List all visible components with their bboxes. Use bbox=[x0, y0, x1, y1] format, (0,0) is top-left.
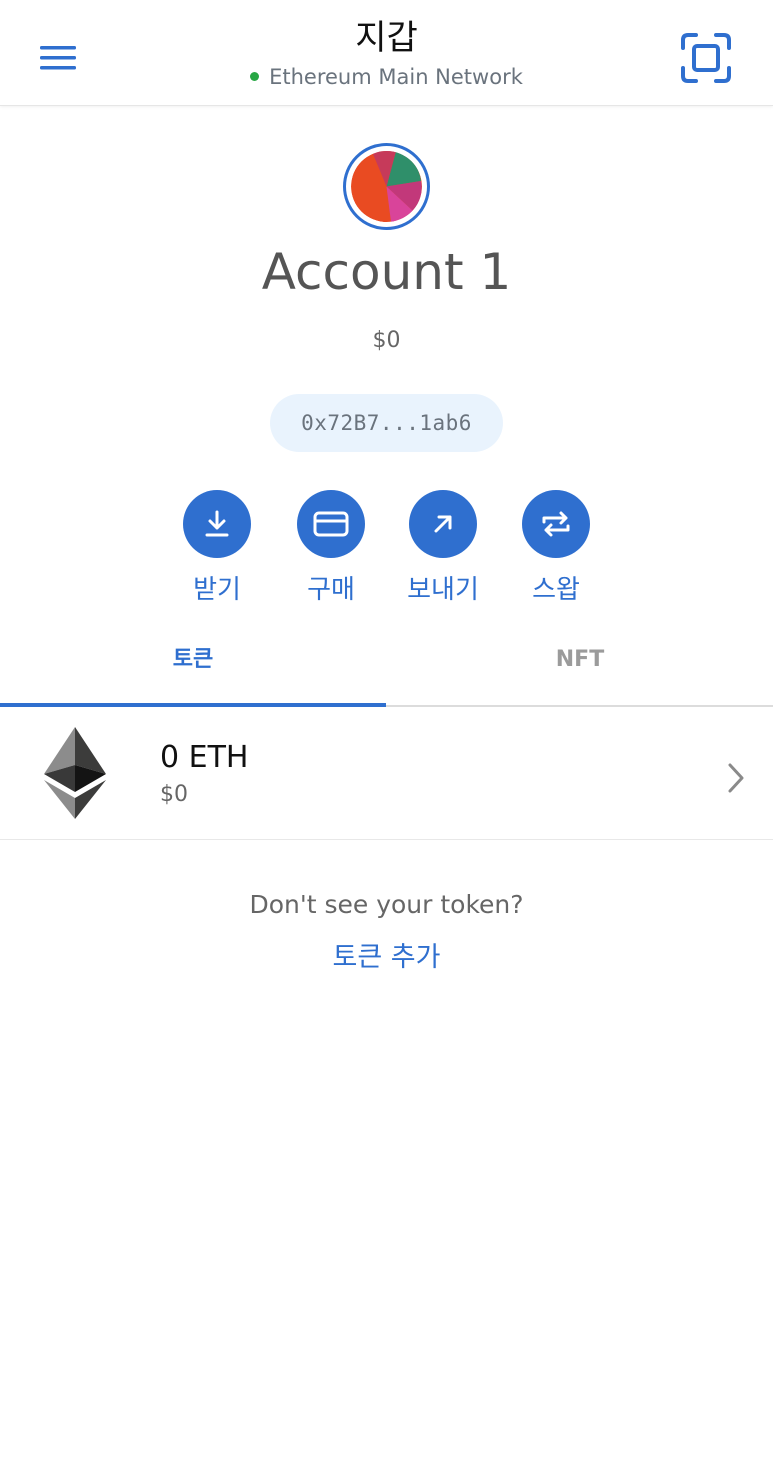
active-tab-indicator bbox=[0, 703, 386, 707]
scan-qr-button[interactable] bbox=[680, 32, 732, 84]
missing-token-prompt: Don't see your token? bbox=[249, 890, 524, 919]
account-avatar[interactable] bbox=[343, 143, 430, 230]
tab-tokens[interactable]: 토큰 bbox=[0, 630, 386, 707]
swap-button-circle[interactable] bbox=[522, 490, 590, 558]
account-balance: $0 bbox=[372, 328, 401, 353]
add-token-link[interactable]: 토큰 추가 bbox=[0, 940, 773, 976]
account-name[interactable]: Account 1 bbox=[0, 240, 773, 304]
send-label: 보내기 bbox=[407, 575, 479, 605]
buy-button[interactable]: 구매 bbox=[276, 490, 386, 606]
asset-tabs: 토큰 NFT bbox=[0, 630, 773, 707]
token-fiat-value: $0 bbox=[160, 782, 188, 807]
page-title: 지갑 bbox=[355, 18, 418, 58]
download-icon bbox=[205, 510, 229, 537]
receive-button-circle[interactable] bbox=[183, 490, 251, 558]
tab-nft-label: NFT bbox=[555, 647, 605, 672]
swap-button[interactable]: 스왑 bbox=[501, 490, 611, 606]
identicon-icon bbox=[351, 151, 422, 222]
header-title-group: 지갑 Ethereum Main Network bbox=[0, 18, 773, 90]
send-button[interactable]: 보내기 bbox=[388, 490, 498, 606]
network-status-dot bbox=[250, 72, 260, 81]
receive-label: 받기 bbox=[193, 575, 241, 605]
credit-card-icon bbox=[313, 511, 349, 537]
arrow-up-right-icon bbox=[434, 515, 452, 533]
qr-scan-icon bbox=[681, 33, 731, 83]
swap-icon bbox=[542, 511, 570, 537]
tab-tokens-label: 토큰 bbox=[172, 647, 214, 672]
ethereum-icon bbox=[44, 727, 106, 819]
buy-label: 구매 bbox=[307, 575, 355, 605]
account-address-button[interactable]: 0x72B7...1ab6 bbox=[270, 394, 503, 452]
token-row[interactable]: 0 ETH $0 bbox=[0, 709, 773, 840]
network-selector[interactable]: Ethereum Main Network bbox=[0, 64, 773, 90]
wallet-screen: 지갑 Ethereum Main Network Account 1 $0 0x… bbox=[0, 0, 773, 1468]
app-header: 지갑 Ethereum Main Network bbox=[0, 0, 773, 106]
receive-button[interactable]: 받기 bbox=[162, 490, 272, 606]
swap-label: 스왑 bbox=[532, 575, 580, 605]
buy-button-circle[interactable] bbox=[297, 490, 365, 558]
action-buttons: 받기 구매 보내기 스왑 bbox=[0, 490, 773, 610]
token-amount: 0 ETH bbox=[160, 740, 249, 775]
network-name: Ethereum Main Network bbox=[269, 65, 523, 89]
tab-nft[interactable]: NFT bbox=[387, 630, 773, 707]
chevron-right-icon bbox=[728, 763, 744, 793]
send-button-circle[interactable] bbox=[409, 490, 477, 558]
